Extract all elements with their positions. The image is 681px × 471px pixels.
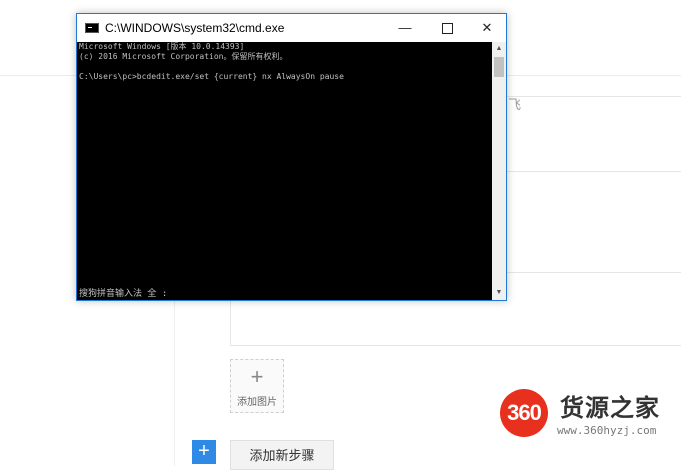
console-output[interactable]: Microsoft Windows [版本 10.0.14393] (c) 20…	[77, 42, 492, 300]
minimize-button[interactable]: —	[385, 14, 425, 42]
maximize-icon	[441, 23, 453, 35]
cmd-titlebar[interactable]: C:\WINDOWS\system32\cmd.exe — ✕	[77, 14, 506, 42]
scroll-up-arrow-icon[interactable]: ▲	[492, 42, 506, 56]
watermark-url: www.360hyzj.com	[557, 424, 657, 437]
cmd-window[interactable]: C:\WINDOWS\system32\cmd.exe — ✕ Microsof…	[76, 13, 507, 301]
scroll-down-arrow-icon[interactable]: ▼	[492, 286, 506, 300]
watermark-title: 货源之家	[560, 395, 660, 422]
vertical-scrollbar[interactable]: ▲ ▼	[492, 42, 506, 300]
console-line: Microsoft Windows [版本 10.0.14393]	[79, 42, 245, 51]
window-title: C:\WINDOWS\system32\cmd.exe	[105, 21, 285, 35]
console-command-line: C:\Users\pc>bcdedit.exe/set {current} nx…	[79, 72, 344, 81]
plus-icon: +	[250, 364, 264, 389]
console-app-icon	[85, 23, 99, 33]
console-line: (c) 2016 Microsoft Corporation。保留所有权利。	[79, 52, 288, 61]
ime-status: 搜狗拼音输入法 全 :	[79, 289, 168, 299]
add-image-button[interactable]: + 添加图片	[230, 359, 284, 413]
scroll-thumb[interactable]	[494, 57, 504, 77]
add-step-plus-icon[interactable]: +	[192, 440, 216, 464]
watermark-logo-badge: 360	[500, 389, 548, 437]
close-button[interactable]: ✕	[467, 14, 507, 42]
add-image-label: 添加图片	[237, 397, 277, 408]
maximize-button[interactable]	[427, 14, 467, 42]
field-glyph: 飞	[508, 97, 522, 112]
